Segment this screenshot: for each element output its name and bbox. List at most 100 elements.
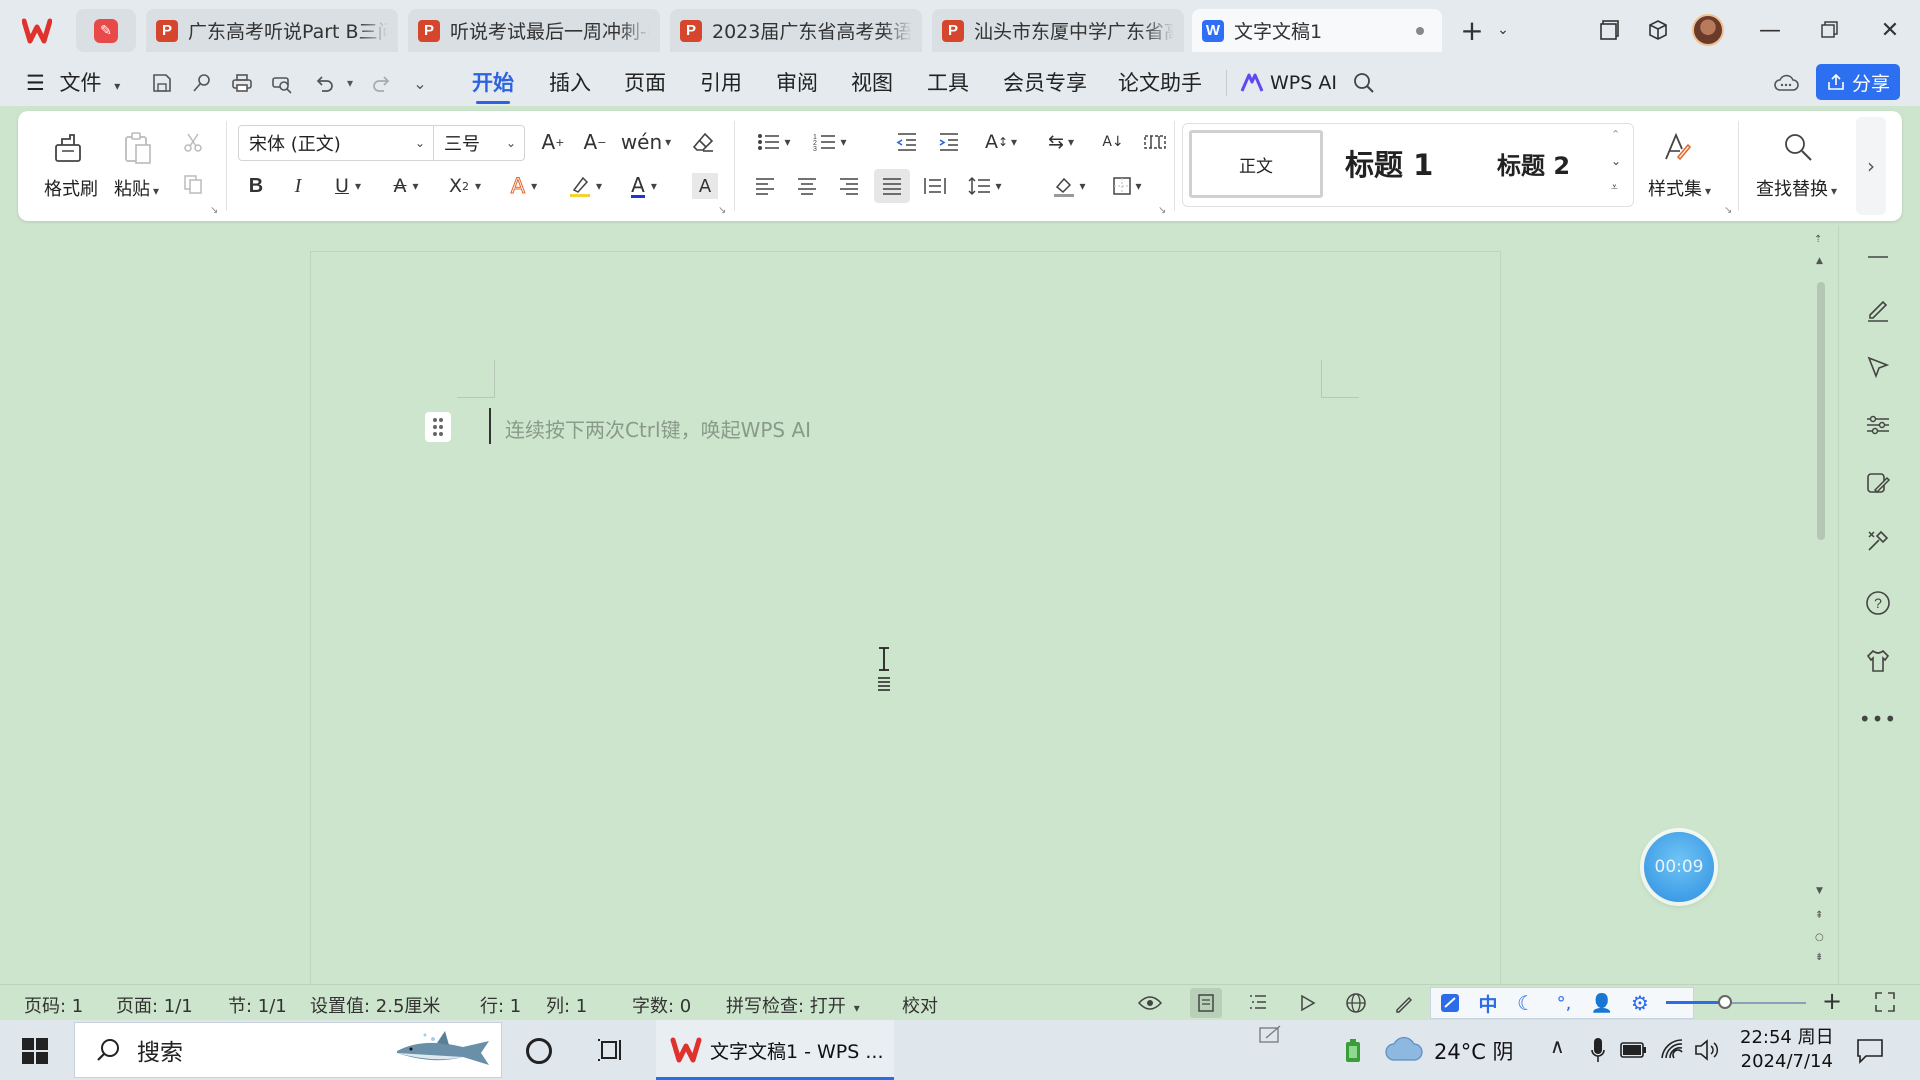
select-pointer-icon[interactable] (1861, 350, 1895, 384)
shading-icon[interactable]: ▾ (1046, 171, 1092, 201)
battery-icon[interactable] (1620, 1040, 1648, 1060)
taskbar-app-wps[interactable]: 文字文稿1 - WPS ... (656, 1020, 894, 1080)
cortana-icon[interactable] (526, 1038, 552, 1064)
tab-member[interactable]: 会员专享 (1003, 68, 1087, 98)
cloud-sync-icon[interactable] (1772, 69, 1800, 97)
file-menu[interactable]: ☰ 文件 ▾ (26, 68, 120, 98)
find-replace-icon[interactable] (1780, 127, 1816, 167)
tab-list-chevron-icon[interactable]: ⌄ (1487, 14, 1519, 46)
clear-format-icon[interactable] (688, 127, 718, 157)
save-icon[interactable] (148, 69, 176, 97)
status-setting-value[interactable]: 设置值: 2.5厘米 (310, 992, 440, 1018)
taskbar-search-box[interactable]: 搜索 (74, 1022, 502, 1078)
undo-dropdown-icon[interactable]: ▾ (336, 69, 364, 97)
vertical-scrollbar[interactable]: ⇡ ▲ ▼ ⇞ ○ ⇟ (1810, 230, 1834, 982)
tab-tools[interactable]: 工具 (927, 68, 969, 98)
bullet-list-icon[interactable]: ▾ (752, 127, 796, 157)
increase-indent-icon[interactable] (934, 127, 964, 157)
weather-cloud-icon[interactable] (1384, 1036, 1424, 1064)
scroll-top-icon[interactable]: ⇡ (1814, 234, 1822, 245)
play-icon[interactable] (1294, 989, 1322, 1017)
new-tab-button[interactable]: + (1456, 14, 1488, 47)
status-page-count[interactable]: 页面: 1/1 (116, 992, 193, 1018)
bold-icon[interactable]: B (242, 171, 270, 201)
ime-user-icon[interactable]: 👤 (1583, 993, 1621, 1014)
fullscreen-icon[interactable] (1874, 991, 1898, 1015)
more-options-icon[interactable]: ••• (1859, 702, 1896, 736)
tab-view[interactable]: 视图 (851, 68, 893, 98)
minimize-button[interactable]: — (1754, 14, 1786, 46)
undo-icon[interactable] (310, 69, 338, 97)
eye-protection-icon[interactable] (1134, 989, 1166, 1017)
share-link-icon[interactable] (188, 69, 216, 97)
recording-timer[interactable]: 00:09 (1644, 832, 1714, 902)
phonetic-guide-icon[interactable]: wén ▾ (621, 127, 671, 157)
font-size-dropdown[interactable]: 三号 ⌄ (433, 125, 525, 161)
window-layout-icon[interactable] (1594, 14, 1626, 46)
windows-start-icon[interactable] (22, 1038, 48, 1064)
text-direction-icon[interactable]: A ↕ ▾ (978, 127, 1024, 157)
find-replace-label[interactable]: 查找替换 ▾ (1756, 175, 1837, 201)
decrease-font-size-icon[interactable]: A − (580, 127, 610, 157)
close-window-button[interactable]: ✕ (1874, 14, 1906, 46)
ime-settings-gear-icon[interactable]: ⚙ (1621, 991, 1659, 1015)
tools-icon[interactable] (1861, 524, 1895, 558)
wps-ai-button[interactable]: WPS AI (1240, 68, 1337, 98)
strikethrough-icon[interactable]: A ▾ (384, 171, 428, 201)
distributed-align-icon[interactable] (920, 171, 950, 201)
paste-label[interactable]: 粘贴 ▾ (114, 175, 159, 201)
write-mode-icon[interactable] (1390, 989, 1418, 1017)
font-color-icon[interactable]: A ▾ (622, 171, 666, 201)
cube-icon[interactable] (1642, 14, 1674, 46)
dialog-launcher-icon[interactable]: ↘ (1724, 205, 1732, 216)
tab-document-active[interactable]: W 文字文稿1 (1192, 9, 1442, 52)
status-row[interactable]: 行: 1 (480, 992, 521, 1018)
collapse-sidebar-icon[interactable] (1861, 240, 1895, 274)
prev-page-icon[interactable]: ⇞ (1815, 910, 1823, 921)
cut-icon[interactable] (180, 129, 206, 155)
increase-font-size-icon[interactable]: A + (538, 127, 568, 157)
status-page-number[interactable]: 页码: 1 (24, 992, 83, 1018)
copy-icon[interactable] (180, 171, 206, 197)
sort-icon[interactable]: A↓ (1098, 127, 1128, 157)
tab-insert[interactable]: 插入 (549, 68, 591, 98)
zoom-in-icon[interactable]: + (1822, 987, 1842, 1015)
volume-icon[interactable] (1694, 1038, 1720, 1062)
align-justify-icon[interactable] (874, 169, 910, 203)
tab-references[interactable]: 引用 (700, 68, 742, 98)
taskbar-clock[interactable]: 22:54 周日 2024/7/14 (1740, 1026, 1834, 1074)
wifi-icon[interactable] (1660, 1038, 1686, 1062)
user-avatar[interactable] (1692, 14, 1724, 46)
battery-app-icon[interactable] (1344, 1038, 1362, 1064)
ime-punctuation-icon[interactable]: °, (1545, 993, 1583, 1014)
scroll-down-icon[interactable]: ▼ (1816, 886, 1823, 896)
tab-home[interactable]: 开始 (472, 68, 514, 104)
align-center-icon[interactable] (792, 171, 822, 201)
align-right-icon[interactable] (834, 171, 864, 201)
ime-logo-icon[interactable] (1431, 992, 1469, 1014)
redo-icon[interactable] (368, 69, 396, 97)
notification-center-icon[interactable] (1856, 1038, 1884, 1064)
align-left-icon[interactable] (750, 171, 780, 201)
status-section[interactable]: 节: 1/1 (228, 992, 287, 1018)
borders-icon[interactable]: ▾ (1104, 171, 1150, 201)
zoom-slider-thumb[interactable] (1718, 995, 1732, 1009)
page-view-icon[interactable] (1190, 988, 1222, 1018)
highlight-color-icon[interactable]: ▾ (562, 171, 608, 201)
styles-scroll-up-icon[interactable]: ⌃ (1611, 128, 1620, 141)
show-marks-icon[interactable] (1140, 127, 1170, 157)
share-button[interactable]: 分享 (1816, 64, 1900, 100)
customize-chevron-icon[interactable]: ⌄ (406, 69, 434, 97)
chinese-layout-icon[interactable]: ⇆ ▾ (1038, 127, 1084, 157)
spell-check-toggle[interactable]: 拼写检查: 打开 ▾ (726, 992, 860, 1018)
ribbon-scroll-right-icon[interactable]: › (1856, 117, 1886, 215)
pdf-app-icon[interactable]: ✎ (76, 9, 136, 52)
edit-pen-icon[interactable] (1861, 292, 1895, 326)
scrollbar-thumb[interactable] (1817, 282, 1825, 540)
tab-review[interactable]: 审阅 (776, 68, 818, 98)
drag-handle-icon[interactable] (425, 412, 451, 442)
unsaved-dot-icon[interactable] (1416, 27, 1424, 35)
style-heading-2[interactable]: 标题 2 (1497, 146, 1570, 181)
tab-document-4[interactable]: P 汕头市东厦中学广东省高 (932, 9, 1184, 52)
format-painter-label[interactable]: 格式刷 (44, 175, 98, 201)
